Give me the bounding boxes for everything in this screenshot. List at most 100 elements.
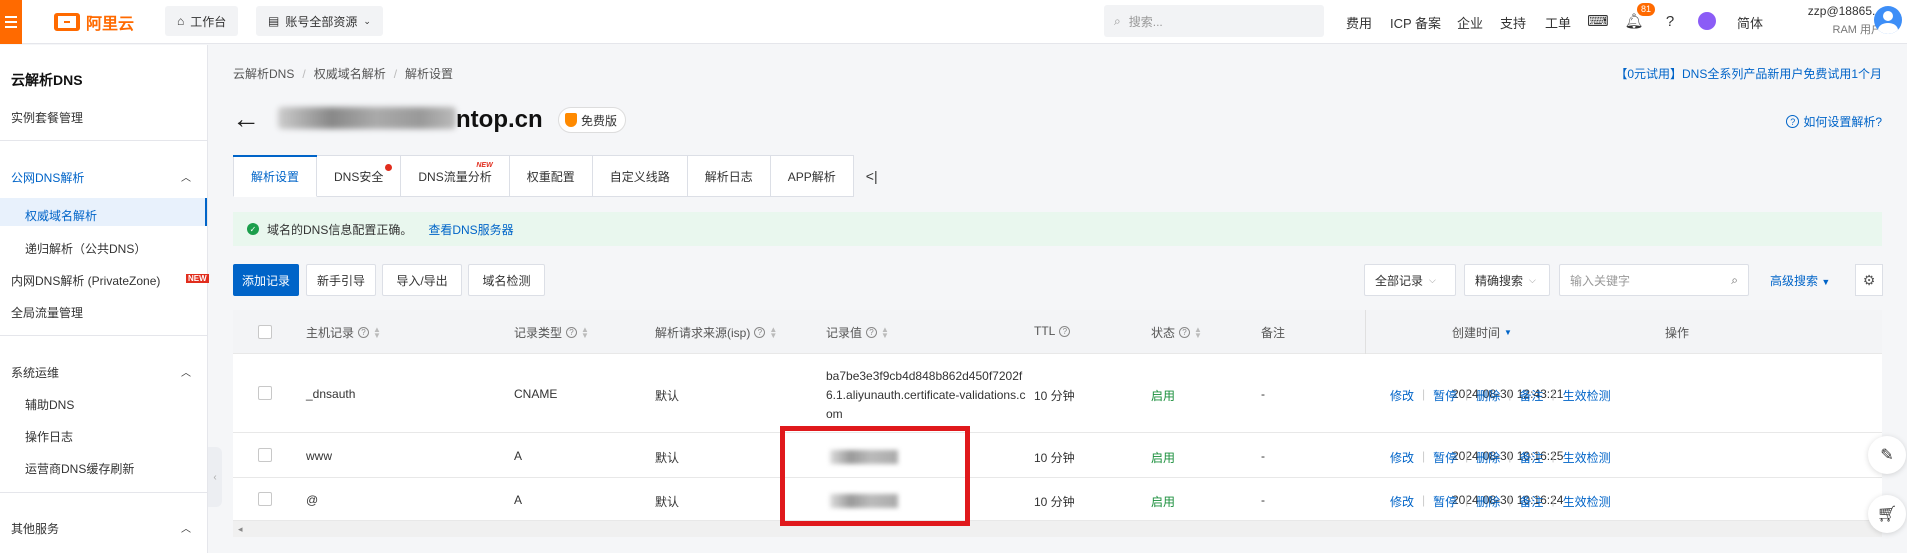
search-icon: ⌕ bbox=[1114, 13, 1121, 28]
row-checkbox[interactable] bbox=[258, 386, 272, 400]
edit-link[interactable]: 修改 bbox=[1390, 449, 1414, 466]
sidebar-item-privatezone[interactable]: 内网DNS解析 (PrivateZone) bbox=[11, 272, 160, 289]
workbench-button[interactable]: ⌂ 工作台 bbox=[165, 6, 239, 36]
menu-icon[interactable] bbox=[0, 0, 22, 44]
edit-float-icon[interactable]: ✎ bbox=[1868, 436, 1906, 474]
pause-link[interactable]: 暂停 bbox=[1433, 387, 1457, 404]
cell-remark: - bbox=[1261, 387, 1265, 401]
sidebar-group-other[interactable]: 其他服务 ︿ bbox=[11, 520, 191, 537]
tab-resolve-log[interactable]: 解析日志 bbox=[687, 155, 771, 197]
col-type[interactable]: 记录类型? ▲ ▼ bbox=[514, 324, 589, 341]
record-filter-select[interactable]: 全部记录 ⌵ bbox=[1364, 264, 1456, 296]
pause-link[interactable]: 暂停 bbox=[1433, 493, 1457, 510]
gear-icon[interactable]: ⚙ bbox=[1855, 264, 1883, 296]
col-status[interactable]: 状态? ▲ ▼ bbox=[1151, 324, 1202, 341]
terminal-icon[interactable]: ⌨ bbox=[1587, 11, 1609, 31]
help-setup-link[interactable]: ? 如何设置解析? bbox=[1786, 113, 1882, 130]
remark-link[interactable]: 备注 bbox=[1519, 387, 1543, 404]
back-arrow-icon[interactable]: ← bbox=[232, 105, 260, 133]
remark-link[interactable]: 备注 bbox=[1519, 493, 1543, 510]
column-divider bbox=[1365, 310, 1366, 354]
col-label: TTL bbox=[1034, 324, 1056, 338]
row-checkbox[interactable] bbox=[258, 448, 272, 462]
verify-link[interactable]: 生效检测 bbox=[1563, 493, 1611, 510]
domain-check-button[interactable]: 域名检测 bbox=[468, 264, 545, 296]
tab-dns-security[interactable]: DNS安全 bbox=[317, 155, 402, 197]
edit-link[interactable]: 修改 bbox=[1390, 387, 1414, 404]
pause-link[interactable]: 暂停 bbox=[1433, 449, 1457, 466]
tab-traffic-analysis[interactable]: DNS流量分析 NEW bbox=[401, 155, 510, 197]
import-export-button[interactable]: 导入/导出 bbox=[382, 264, 462, 296]
sidebar-item-gtm[interactable]: 全局流量管理 bbox=[11, 304, 83, 321]
cell-value: ba7be3e3f9cb4d848b862d450f7202f 6.1.aliy… bbox=[826, 367, 1036, 424]
dns-config-alert: ✓ 域名的DNS信息配置正确。 查看DNS服务器 bbox=[233, 212, 1882, 246]
add-record-button[interactable]: 添加记录 bbox=[233, 264, 299, 296]
sort-icon: ▲ ▼ bbox=[881, 324, 889, 340]
global-search-input[interactable]: ⌕ 搜索... bbox=[1104, 5, 1324, 37]
delete-link[interactable]: 删除 bbox=[1476, 449, 1500, 466]
breadcrumb-item: 解析设置 bbox=[405, 67, 454, 81]
cell-ttl: 10 分钟 bbox=[1034, 451, 1075, 465]
help-icon[interactable]: ? bbox=[1660, 11, 1680, 31]
col-isp[interactable]: 解析请求来源(isp)? ▲ ▼ bbox=[655, 324, 777, 341]
advanced-search-link[interactable]: 高级搜索 ▼ bbox=[1770, 272, 1830, 289]
horizontal-scrollbar[interactable]: ◂ bbox=[233, 521, 1882, 537]
cell-type: A bbox=[514, 449, 523, 463]
sidebar-group-public-dns[interactable]: 公网DNS解析 ︿ bbox=[11, 169, 191, 186]
icp-link[interactable]: ICP 备案 bbox=[1390, 13, 1441, 32]
tab-custom-line[interactable]: 自定义线路 bbox=[592, 155, 688, 197]
cart-icon[interactable]: 🛒︎ bbox=[1868, 495, 1906, 533]
cell-isp: 默认 bbox=[655, 495, 680, 509]
remark-link[interactable]: 备注 bbox=[1519, 449, 1543, 466]
verify-link[interactable]: 生效检测 bbox=[1563, 449, 1611, 466]
aliyun-logo[interactable]: 阿里云 bbox=[54, 11, 134, 33]
language-switch[interactable]: 简体 bbox=[1737, 13, 1763, 32]
sidebar-item-secondary-dns[interactable]: 辅助DNS bbox=[25, 396, 74, 413]
view-dns-servers-link[interactable]: 查看DNS服务器 bbox=[428, 221, 513, 238]
support-link[interactable]: 支持 bbox=[1500, 13, 1526, 32]
billing-link[interactable]: 费用 bbox=[1346, 13, 1372, 32]
tab-weight[interactable]: 权重配置 bbox=[509, 155, 593, 197]
sidebar-item-recursive[interactable]: 递归解析（公共DNS） bbox=[25, 240, 146, 257]
tab-resolve-settings[interactable]: 解析设置 bbox=[233, 155, 318, 197]
breadcrumb-item[interactable]: 云解析DNS bbox=[233, 67, 294, 81]
delete-link[interactable]: 删除 bbox=[1476, 387, 1500, 404]
sidebar-item-authoritative[interactable]: 权威域名解析 bbox=[25, 207, 97, 224]
delete-link[interactable]: 删除 bbox=[1476, 493, 1500, 510]
promo-link[interactable]: 【0元试用】DNS全系列产品新用户免费试用1个月 bbox=[1615, 65, 1882, 82]
domain-name-blurred bbox=[278, 107, 456, 129]
account-scope-select[interactable]: ▤ 账号全部资源 ⌄ bbox=[256, 6, 383, 36]
row-actions: 修改 | 暂停 | 删除 | 备注 | 生效检测 bbox=[1390, 493, 1611, 510]
guide-button[interactable]: 新手引导 bbox=[306, 264, 376, 296]
col-created[interactable]: 创建时间 ▼ bbox=[1452, 324, 1512, 341]
select-all-checkbox[interactable] bbox=[258, 325, 272, 339]
scroll-left-icon[interactable]: ◂ bbox=[238, 524, 243, 535]
advanced-search-label: 高级搜索 bbox=[1770, 274, 1819, 288]
sidebar-item-instance[interactable]: 实例套餐管理 bbox=[11, 109, 83, 126]
user-menu[interactable]: zzp@18865... RAM 用户 bbox=[1782, 4, 1882, 37]
edit-link[interactable]: 修改 bbox=[1390, 493, 1414, 510]
row-checkbox[interactable] bbox=[258, 492, 272, 506]
col-value[interactable]: 记录值? ▲ ▼ bbox=[826, 324, 889, 341]
breadcrumb-item[interactable]: 权威域名解析 bbox=[314, 67, 386, 81]
sidebar-item-cache-refresh[interactable]: 运营商DNS缓存刷新 bbox=[25, 460, 134, 477]
question-icon: ? bbox=[754, 327, 766, 338]
assistant-icon[interactable] bbox=[1697, 11, 1717, 31]
tab-collapse-icon[interactable]: <| bbox=[854, 155, 890, 197]
sidebar-group-label: 其他服务 bbox=[11, 522, 60, 536]
tab-label: DNS安全 bbox=[334, 169, 384, 184]
sidebar-item-oplog[interactable]: 操作日志 bbox=[25, 428, 73, 445]
cell-status: 启用 bbox=[1151, 495, 1176, 509]
tab-app-resolve[interactable]: APP解析 bbox=[770, 155, 854, 197]
col-host[interactable]: 主机记录? ▲ ▼ bbox=[306, 324, 381, 341]
search-mode-select[interactable]: 精确搜索 ⌵ bbox=[1464, 264, 1550, 296]
sidebar-group-ops[interactable]: 系统运维 ︿ bbox=[11, 364, 191, 381]
avatar[interactable] bbox=[1874, 6, 1902, 34]
user-role: RAM 用户 bbox=[1832, 24, 1883, 36]
enterprise-link[interactable]: 企业 bbox=[1457, 13, 1483, 32]
cell-value-line: ba7be3e3f9cb4d848b862d450f7202f bbox=[826, 369, 1023, 383]
keyword-search-input[interactable]: 输入关键字 ⌕ bbox=[1559, 264, 1749, 296]
col-remark: 备注 bbox=[1261, 326, 1286, 340]
ticket-link[interactable]: 工单 bbox=[1545, 13, 1571, 32]
verify-link[interactable]: 生效检测 bbox=[1563, 387, 1611, 404]
